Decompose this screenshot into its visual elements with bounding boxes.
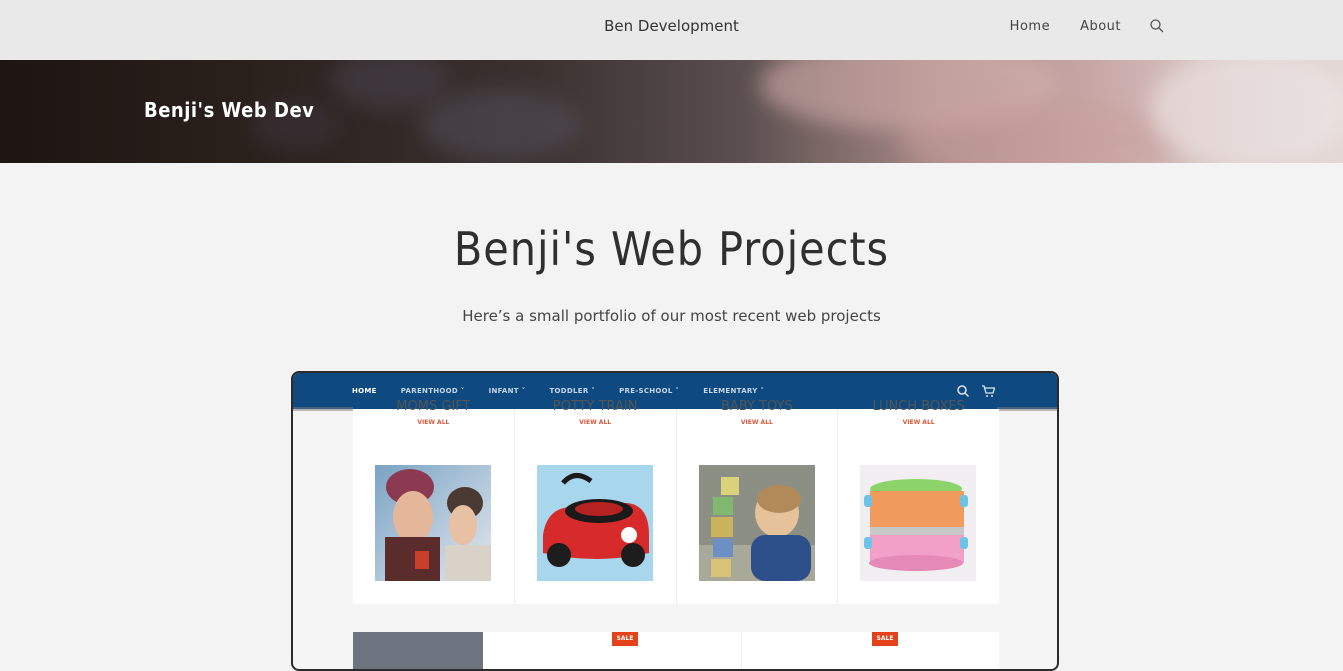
preview-nav-toddler: TODDLER ˅ xyxy=(549,387,596,395)
preview-row-image xyxy=(353,632,483,669)
preview-nav-preschool: PRE-SCHOOL ˅ xyxy=(619,387,680,395)
page-subtitle: Here’s a small portfolio of our most rec… xyxy=(462,307,881,325)
preview-card-title: BABY TOYS xyxy=(721,399,793,414)
preview-card: MOMS GIFT VIEW ALL xyxy=(353,399,515,604)
nav-about-link[interactable]: About xyxy=(1080,19,1121,34)
preview-nav-home: HOME xyxy=(352,387,377,395)
preview-card-image xyxy=(536,465,653,581)
search-icon[interactable] xyxy=(1149,18,1165,34)
sale-badge: SALE xyxy=(612,632,638,646)
nav-home-link[interactable]: Home xyxy=(1010,19,1050,34)
preview-view-all: VIEW ALL xyxy=(740,419,773,426)
preview-product-grid: MOMS GIFT VIEW ALL POTTY TRAIN VIEW ALL xyxy=(353,399,999,604)
preview-view-all: VIEW ALL xyxy=(417,419,450,426)
preview-nav-infant: INFANT ˅ xyxy=(488,387,526,395)
preview-card: POTTY TRAIN VIEW ALL xyxy=(515,399,677,604)
preview-view-all: VIEW ALL xyxy=(579,419,612,426)
preview-row-card: SALE xyxy=(741,632,999,669)
site-header: Ben Development Home About xyxy=(0,0,1343,60)
preview-card-title: POTTY TRAIN xyxy=(552,399,638,414)
preview-card-title: LUNCH BOXES xyxy=(872,399,965,414)
preview-card: BABY TOYS VIEW ALL xyxy=(677,399,839,604)
preview-row-card: SALE xyxy=(483,632,741,669)
hero-title: Benji's Web Dev xyxy=(144,98,315,122)
preview-card-image xyxy=(375,465,491,581)
hero-banner: Benji's Web Dev xyxy=(0,60,1343,163)
preview-card: LUNCH BOXES VIEW ALL xyxy=(838,399,999,604)
preview-cart-icon xyxy=(981,383,996,397)
preview-product-row: SALE SALE xyxy=(353,632,999,669)
sale-badge: SALE xyxy=(872,632,898,646)
preview-card-image xyxy=(860,465,977,581)
page-title: Benji's Web Projects xyxy=(453,222,890,276)
preview-nav-parenthood: PARENTHOOD ˅ xyxy=(400,387,465,395)
preview-card-image xyxy=(698,465,815,581)
preview-card-title: MOMS GIFT xyxy=(396,399,471,414)
preview-search-icon xyxy=(956,383,970,398)
project-preview-image[interactable]: HOME PARENTHOOD ˅ INFANT ˅ TODDLER ˅ PRE… xyxy=(291,371,1059,671)
main-nav: Home About xyxy=(980,18,1165,34)
preview-view-all: VIEW ALL xyxy=(902,419,935,426)
preview-nav-elementary: ELEMENTARY ˅ xyxy=(703,387,765,395)
